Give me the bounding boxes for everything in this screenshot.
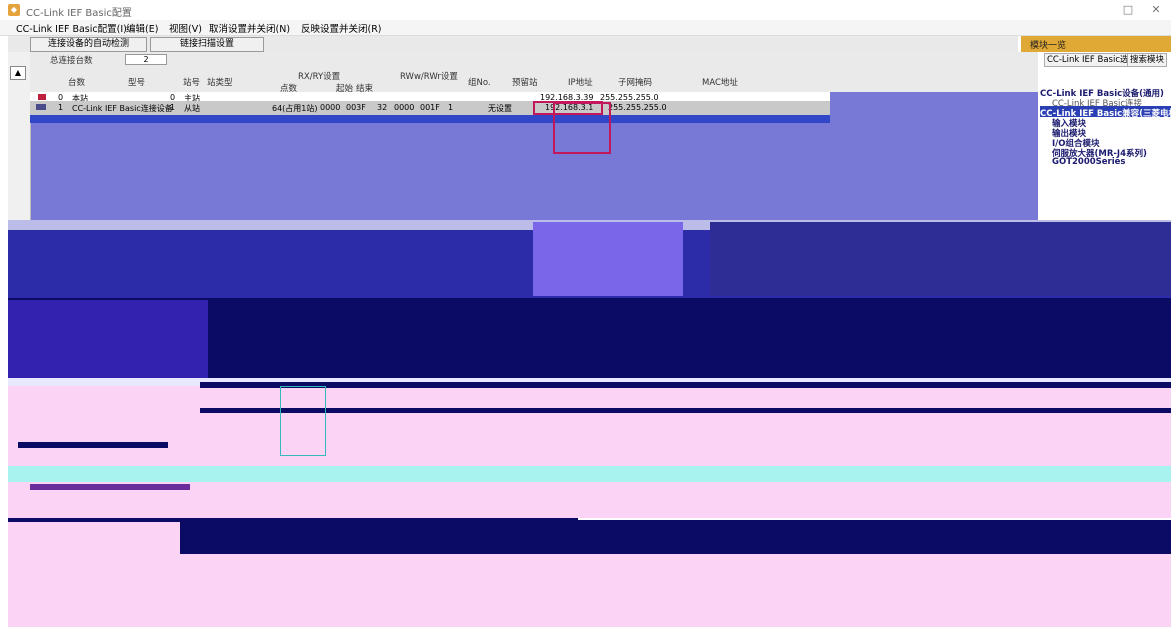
row-rw-end: 001F: [420, 103, 440, 112]
close-icon[interactable]: ✕: [1146, 2, 1166, 18]
app-icon: ◆: [8, 4, 20, 16]
menu-view[interactable]: 视图(V): [169, 21, 202, 35]
menu-cclink[interactable]: CC-Link IEF Basic配置(I): [16, 21, 127, 35]
row-station-type: 从站: [184, 104, 200, 113]
header-group: 组No.: [468, 78, 491, 88]
window-title: CC-Link IEF Basic配置: [26, 8, 132, 19]
header-reserved: 预留站: [512, 78, 538, 88]
ip-callout-box: [553, 102, 611, 154]
link-scan-settings-button[interactable]: 链接扫描设置: [150, 37, 264, 52]
tab-cclink-select[interactable]: CC-Link IEF Basic选择: [1044, 53, 1141, 67]
menu-cancel-close[interactable]: 取消设置并关闭(N): [209, 21, 290, 35]
menu-apply-close[interactable]: 反映设置并关闭(R): [301, 21, 382, 35]
row-rw-start: 0000: [394, 103, 415, 112]
row-station-no: 1: [170, 103, 176, 112]
device-icon: [36, 104, 46, 110]
render-artifact: [710, 222, 1171, 296]
render-artifact: [533, 222, 683, 296]
render-artifact: [180, 520, 1171, 554]
header-station-type: 站类型: [207, 78, 233, 88]
total-devices-label: 总连接台数: [50, 56, 93, 66]
scroll-up-icon[interactable]: ▲: [10, 66, 26, 80]
row-name: CC-Link IEF Basic连接设备: [72, 104, 173, 113]
table-row[interactable]: [30, 92, 830, 101]
render-artifact: [280, 386, 326, 456]
tree-item-got[interactable]: GOT2000Series: [1052, 157, 1125, 167]
menu-edit[interactable]: 编辑(E): [126, 21, 158, 35]
row-subnet: 255.255.255.0: [608, 103, 667, 112]
row-rx-start: 0000: [320, 103, 341, 112]
header-rwwrwr: RWw/RWr设置: [400, 72, 458, 82]
render-artifact: [200, 408, 1171, 413]
header-subnet: 子网掩码: [618, 78, 653, 88]
render-artifact: [200, 382, 1171, 388]
module-list-title: 模块一览: [1030, 41, 1067, 51]
row-rx-end: 003F: [346, 103, 366, 112]
row-no: 1: [58, 103, 64, 112]
tab-search-module[interactable]: 搜索模块: [1127, 53, 1168, 67]
row-rw-points: 32: [377, 103, 388, 112]
render-artifact: [18, 442, 168, 448]
render-artifact: [8, 554, 1171, 627]
header-mac: MAC地址: [702, 78, 738, 88]
auto-detect-button[interactable]: 连接设备的自动检测: [30, 37, 147, 52]
render-artifact: [8, 466, 1171, 482]
header-count: 台数: [68, 78, 86, 88]
station-icon: [38, 94, 46, 100]
header-rxry: RX/RY设置: [298, 72, 341, 82]
selected-row-highlight: [30, 115, 830, 123]
total-devices-value: 2: [125, 54, 167, 65]
title-bar: [0, 0, 1171, 20]
render-artifact: [8, 300, 208, 378]
row-group: 1: [448, 103, 454, 112]
render-artifact: [30, 484, 190, 490]
header-ip: IP地址: [568, 78, 593, 88]
render-artifact: [0, 627, 1171, 631]
header-model: 型号: [128, 78, 146, 88]
row-points: 64(占用1站): [272, 104, 318, 113]
render-artifact: [8, 522, 180, 554]
render-artifact: [8, 386, 1171, 468]
row-reserved: 无设置: [488, 104, 512, 113]
header-station-no: 站号: [183, 78, 201, 88]
maximize-icon[interactable]: □: [1118, 2, 1138, 18]
